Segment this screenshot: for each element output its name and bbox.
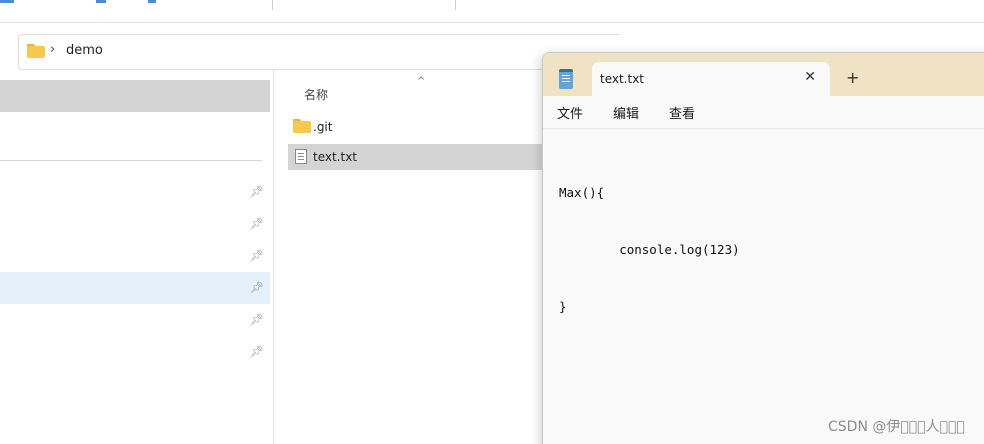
folder-icon [27, 44, 45, 58]
nav-item-pinned[interactable]: 📌︎ [0, 336, 270, 368]
breadcrumb-item-demo[interactable]: demo [66, 43, 103, 58]
file-name: .git [313, 120, 333, 134]
code-line: console.log(123) [559, 242, 740, 257]
file-row-text-txt[interactable]: text.txt [288, 144, 568, 170]
code-line: Max(){ [559, 185, 605, 200]
breadcrumb-chevron-icon[interactable]: › [50, 42, 55, 57]
nav-item-pinned[interactable]: 📌︎ [0, 304, 270, 336]
pin-icon[interactable]: 📌︎ [250, 345, 264, 358]
notepad-titlebar[interactable]: text.txt ✕ + [543, 53, 984, 97]
menu-edit[interactable]: 编辑 [613, 103, 639, 122]
nav-item-pinned[interactable]: 📌︎ [0, 240, 270, 272]
navigation-pane: 📌︎ 📌︎ 📌︎ 📌︎ 📌︎ 📌︎ [0, 70, 274, 444]
menu-view[interactable]: 查看 [669, 103, 695, 122]
code-line: } [559, 299, 567, 314]
address-bar[interactable]: › demo [18, 34, 619, 70]
sort-ascending-icon[interactable]: ^ [417, 76, 425, 87]
nav-item-pinned[interactable]: 📌︎ [0, 176, 270, 208]
pin-icon[interactable]: 📌︎ [250, 185, 264, 198]
pin-icon[interactable]: 📌︎ [250, 313, 264, 326]
file-name: text.txt [313, 150, 358, 164]
toolbar-accent [0, 0, 14, 3]
text-file-icon [295, 149, 307, 164]
file-row-git[interactable]: .git [288, 114, 568, 140]
pin-icon[interactable]: 📌︎ [250, 217, 264, 230]
nav-item-pinned[interactable]: 📌︎ [0, 208, 270, 240]
tab-text-txt[interactable]: text.txt ✕ [592, 62, 830, 97]
text-editor[interactable]: Max(){ console.log(123) } [543, 129, 984, 444]
notepad-window: text.txt ✕ + 文件 编辑 查看 Max(){ console.log… [542, 52, 984, 444]
pin-icon[interactable]: 📌︎ [250, 249, 264, 262]
watermark: CSDN @伊   人    [828, 419, 965, 435]
nav-item-selected[interactable] [0, 80, 270, 112]
menu-file[interactable]: 文件 [557, 103, 583, 122]
close-icon[interactable]: ✕ [804, 69, 816, 85]
notepad-app-icon [559, 69, 573, 89]
column-header-name[interactable]: 名称 [304, 86, 328, 103]
explorer-toolbar-strip [0, 0, 984, 23]
tab-title: text.txt [600, 72, 645, 86]
notepad-menubar: 文件 编辑 查看 [543, 96, 984, 129]
file-list: ^ 名称 .git text.txt [274, 70, 574, 444]
screen: › demo 📌︎ 📌︎ 📌︎ 📌︎ 📌︎ 📌︎ ^ 名称 .git text.… [0, 0, 984, 444]
new-tab-button[interactable]: + [846, 68, 859, 87]
pin-icon[interactable]: 📌︎ [250, 281, 264, 294]
toolbar-divider [455, 0, 456, 10]
toolbar-accent [148, 0, 156, 3]
folder-icon [293, 119, 311, 133]
nav-divider [0, 160, 262, 161]
toolbar-divider [272, 0, 273, 10]
nav-item-pinned-hover[interactable]: 📌︎ [0, 272, 270, 304]
toolbar-accent [96, 0, 106, 3]
editor-content[interactable]: Max(){ console.log(123) } [559, 145, 740, 354]
